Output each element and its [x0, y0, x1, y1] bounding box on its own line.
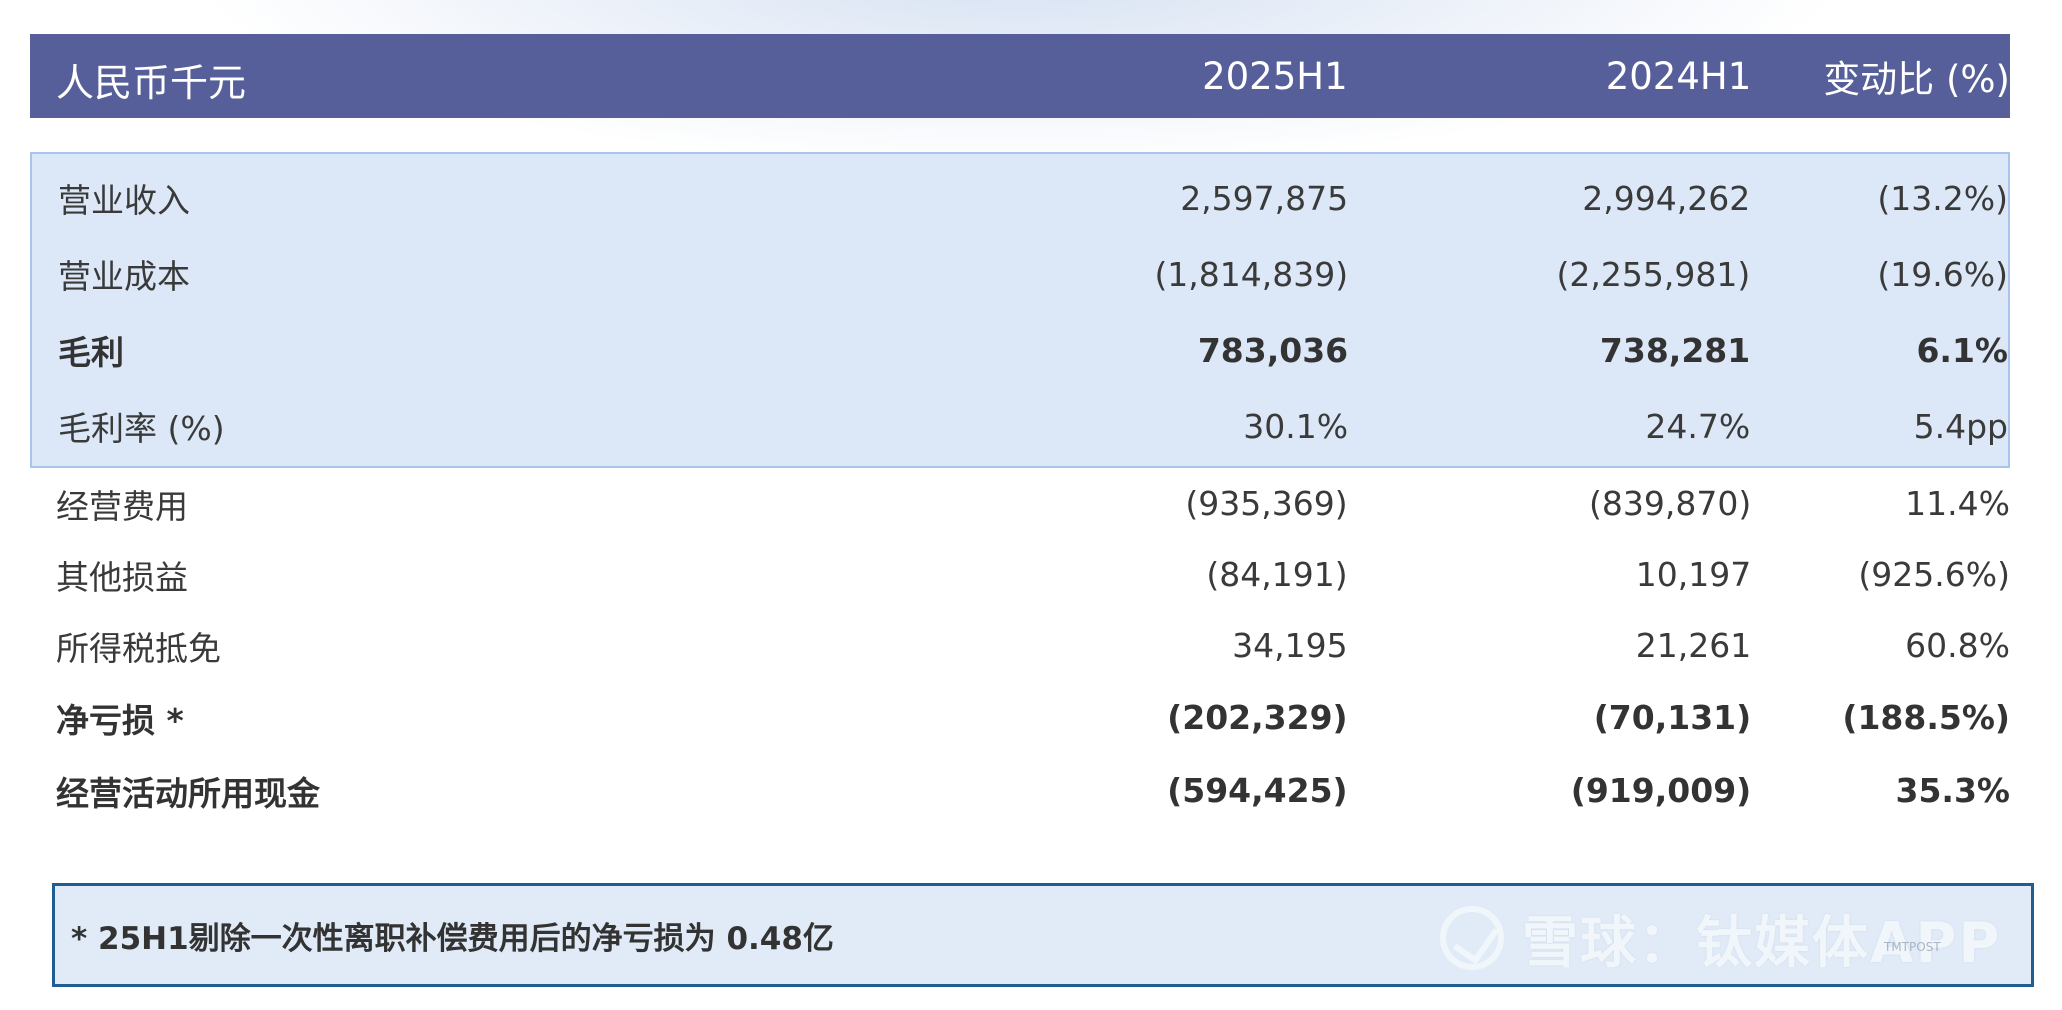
row-label: 营业收入	[58, 181, 190, 220]
value-change: (19.6%)	[1877, 254, 2008, 294]
table-row: 毛利率 (%) 30.1% 24.7% 5.4pp	[32, 388, 2008, 464]
value-2025h1: 30.1%	[1243, 406, 1349, 446]
financial-table: 人民币千元 2025H1 2024H1 变动比 (%) 营业收入 2,597,8…	[30, 34, 2010, 827]
value-2024h1: (839,870)	[1589, 484, 1752, 523]
table-row: 毛利 783,036 738,281 6.1%	[32, 312, 2008, 388]
value-2024h1: (919,009)	[1570, 771, 1752, 810]
value-2025h1: (1,814,839)	[1154, 254, 1349, 294]
watermark: 雪球：钛媒体APP	[1440, 898, 2001, 978]
value-2024h1: 10,197	[1635, 555, 1752, 594]
value-2024h1: 21,261	[1635, 626, 1752, 665]
value-change: (925.6%)	[1858, 555, 2010, 594]
value-2025h1: (202,329)	[1167, 698, 1348, 737]
table-row: 所得税抵免 34,195 21,261 60.8%	[30, 610, 2010, 681]
row-label: 毛利	[58, 333, 124, 372]
value-change: (188.5%)	[1842, 698, 2010, 737]
value-2024h1: 738,281	[1599, 330, 1751, 370]
row-label: 所得税抵免	[56, 628, 221, 668]
watermark-text: 雪球：钛媒体APP	[1522, 910, 2002, 976]
row-label: 经营活动所用现金	[56, 773, 320, 813]
unit-label: 人民币千元	[56, 60, 247, 105]
watermark-small-text: TMTPOST	[1884, 940, 1941, 954]
table-row: 净亏损 * (202,329) (70,131) (188.5%)	[30, 681, 2010, 754]
gross-profit-section: 营业收入 2,597,875 2,994,262 (13.2%) 营业成本 (1…	[30, 152, 2010, 468]
row-label: 其他损益	[56, 557, 188, 597]
value-2024h1: (2,255,981)	[1556, 254, 1751, 294]
table-header: 人民币千元 2025H1 2024H1 变动比 (%)	[30, 34, 2010, 118]
value-change: 35.3%	[1895, 771, 2010, 810]
header-2025h1: 2025H1	[1202, 54, 1348, 98]
value-2025h1: 34,195	[1232, 626, 1348, 665]
value-2025h1: (594,425)	[1167, 771, 1348, 810]
value-change: (13.2%)	[1877, 178, 2008, 218]
value-2024h1: 24.7%	[1645, 406, 1751, 446]
value-change: 60.8%	[1905, 626, 2010, 665]
value-change: 11.4%	[1905, 484, 2010, 523]
value-change: 6.1%	[1916, 330, 2008, 370]
table-row: 经营费用 (935,369) (839,870) 11.4%	[30, 468, 2010, 539]
value-2025h1: 2,597,875	[1180, 178, 1349, 218]
table-row: 经营活动所用现金 (594,425) (919,009) 35.3%	[30, 754, 2010, 827]
header-change-pct: 变动比 (%)	[1823, 58, 2010, 101]
value-2024h1: (70,131)	[1593, 698, 1752, 737]
table-row: 营业收入 2,597,875 2,994,262 (13.2%)	[32, 160, 2008, 236]
snowball-logo-icon	[1440, 906, 1504, 970]
row-label: 毛利率 (%)	[58, 409, 225, 448]
row-label: 营业成本	[58, 257, 190, 296]
table-row: 营业成本 (1,814,839) (2,255,981) (19.6%)	[32, 236, 2008, 312]
row-label: 净亏损 *	[56, 700, 184, 740]
value-2024h1: 2,994,262	[1582, 178, 1751, 218]
table-row: 其他损益 (84,191) 10,197 (925.6%)	[30, 539, 2010, 610]
value-change: 5.4pp	[1913, 406, 2008, 446]
footnote-text: * 25H1剔除一次性离职补偿费用后的净亏损为 0.48亿	[71, 920, 834, 957]
row-label: 经营费用	[56, 486, 188, 526]
value-2025h1: (935,369)	[1185, 484, 1348, 523]
value-2025h1: 783,036	[1197, 330, 1349, 370]
value-2025h1: (84,191)	[1206, 555, 1348, 594]
header-2024h1: 2024H1	[1605, 54, 1752, 98]
